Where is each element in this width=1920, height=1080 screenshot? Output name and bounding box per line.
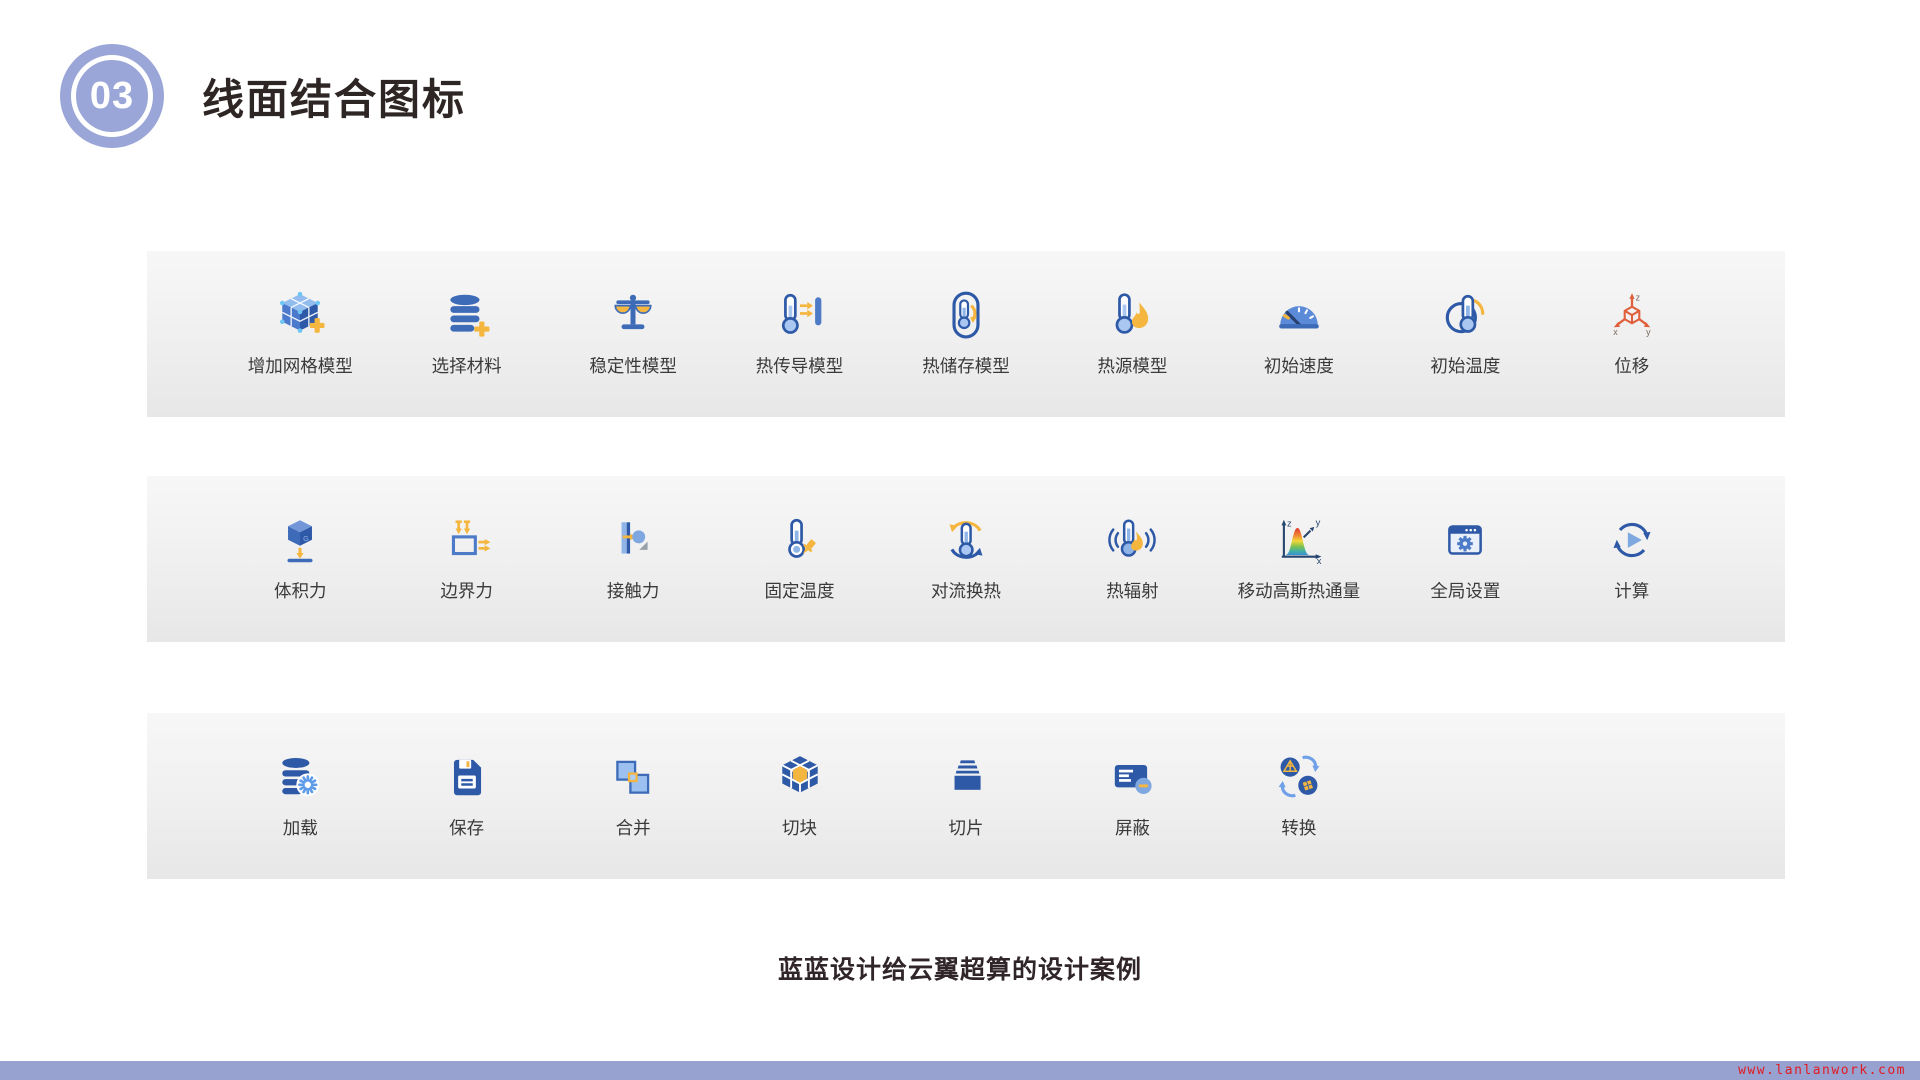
icon-band-row-1: 增加网格模型 选择材料 稳定性模型 xyxy=(147,251,1785,417)
svg-text:x: x xyxy=(1317,556,1322,565)
icon-label: 边界力 xyxy=(440,578,493,603)
icon-cell: 热源模型 xyxy=(1049,290,1215,378)
icon-cell: 加载 xyxy=(217,752,383,840)
icon-label: 对流换热 xyxy=(931,578,1001,603)
icon-label: 增加网格模型 xyxy=(248,353,353,378)
save-icon xyxy=(442,752,492,802)
icon-label: 热辐射 xyxy=(1106,578,1159,603)
icon-cell: 切块 xyxy=(716,752,882,840)
icon-label: 屏蔽 xyxy=(1115,815,1150,840)
page-title: 线面结合图标 xyxy=(202,66,466,127)
icon-label: 初始速度 xyxy=(1264,353,1334,378)
svg-text:y: y xyxy=(1646,327,1651,337)
icon-cell: 对流换热 xyxy=(883,515,1049,603)
svg-text:y: y xyxy=(1316,517,1321,527)
icon-cell: 全局设置 xyxy=(1382,515,1548,603)
icon-cell: 保存 xyxy=(383,752,549,840)
icon-cell: 固定温度 xyxy=(716,515,882,603)
icon-label: 移动高斯热通量 xyxy=(1238,578,1361,603)
svg-text:z: z xyxy=(1635,292,1639,302)
boundary-force-icon xyxy=(442,515,492,565)
footer-url: www.lanlanwork.com xyxy=(1738,1063,1906,1078)
icon-label: 全局设置 xyxy=(1430,578,1500,603)
svg-text:x: x xyxy=(1613,327,1618,337)
initial-velocity-icon xyxy=(1274,290,1324,340)
section-number: 03 xyxy=(90,75,134,118)
icon-label: 转换 xyxy=(1281,815,1316,840)
icon-cell: 转换 xyxy=(1216,752,1382,840)
icon-cell: 选择材料 xyxy=(383,290,549,378)
icon-cell: 切片 xyxy=(883,752,1049,840)
icon-label: 体积力 xyxy=(274,578,327,603)
heat-source-model-icon xyxy=(1107,290,1157,340)
icon-cell: z x y 位移 xyxy=(1549,290,1715,378)
convection-heat-icon xyxy=(941,515,991,565)
icon-label: 热源模型 xyxy=(1097,353,1167,378)
icon-cell: G 体积力 xyxy=(217,515,383,603)
icon-label: 保存 xyxy=(449,815,484,840)
fixed-temperature-icon xyxy=(775,515,825,565)
merge-icon xyxy=(608,752,658,802)
icon-label: 切片 xyxy=(948,815,983,840)
icon-label: 稳定性模型 xyxy=(589,353,677,378)
caption-text: 蓝蓝设计给云翼超算的设计案例 xyxy=(0,950,1920,986)
compute-icon xyxy=(1607,515,1657,565)
moving-gaussian-heat-flux-icon: z x y xyxy=(1274,515,1324,565)
icon-cell: 热储存模型 xyxy=(883,290,1049,378)
icon-cell: 接触力 xyxy=(550,515,716,603)
body-force-icon: G xyxy=(275,515,325,565)
section-number-badge: 03 xyxy=(60,44,164,148)
stability-model-icon xyxy=(608,290,658,340)
load-icon xyxy=(275,752,325,802)
heat-storage-model-icon xyxy=(941,290,991,340)
icon-cell: 计算 xyxy=(1549,515,1715,603)
icon-label: 合并 xyxy=(616,815,651,840)
displacement-icon: z x y xyxy=(1607,290,1657,340)
icon-label: 固定温度 xyxy=(765,578,835,603)
heat-conduction-model-icon xyxy=(775,290,825,340)
icon-label: 选择材料 xyxy=(432,353,502,378)
icon-band-row-2: G 体积力 边界力 xyxy=(147,476,1785,642)
icon-cell: 初始速度 xyxy=(1216,290,1382,378)
icon-label: 接触力 xyxy=(607,578,660,603)
contact-force-icon xyxy=(608,515,658,565)
icon-cell: 屏蔽 xyxy=(1049,752,1215,840)
footer-bar: www.lanlanwork.com xyxy=(0,1061,1920,1080)
icon-cell: 初始温度 xyxy=(1382,290,1548,378)
icon-label: 切块 xyxy=(782,815,817,840)
select-material-icon xyxy=(442,290,492,340)
icon-band-row-3: 加载 保存 合并 xyxy=(147,713,1785,879)
chop-icon xyxy=(775,752,825,802)
icon-cell: 增加网格模型 xyxy=(217,290,383,378)
icon-label: 位移 xyxy=(1614,353,1649,378)
icon-label: 热传导模型 xyxy=(756,353,844,378)
icon-label: 初始温度 xyxy=(1430,353,1500,378)
slice-icon xyxy=(941,752,991,802)
icon-cell: 合并 xyxy=(550,752,716,840)
svg-text:G: G xyxy=(303,534,309,543)
global-settings-icon xyxy=(1440,515,1490,565)
page-header: 03 线面结合图标 xyxy=(60,44,466,148)
icon-label: 计算 xyxy=(1614,578,1649,603)
svg-text:z: z xyxy=(1287,518,1292,528)
thermal-radiation-icon xyxy=(1107,515,1157,565)
icon-cell: 边界力 xyxy=(383,515,549,603)
icon-label: 热储存模型 xyxy=(922,353,1010,378)
add-mesh-model-icon xyxy=(275,290,325,340)
icon-cell: 稳定性模型 xyxy=(550,290,716,378)
icon-cell: 热传导模型 xyxy=(716,290,882,378)
icon-cell: 热辐射 xyxy=(1049,515,1215,603)
icon-label: 加载 xyxy=(283,815,318,840)
mask-icon xyxy=(1107,752,1157,802)
convert-icon xyxy=(1274,752,1324,802)
icon-cell: z x y 移动高斯热通量 xyxy=(1216,515,1382,603)
initial-temperature-icon xyxy=(1440,290,1490,340)
